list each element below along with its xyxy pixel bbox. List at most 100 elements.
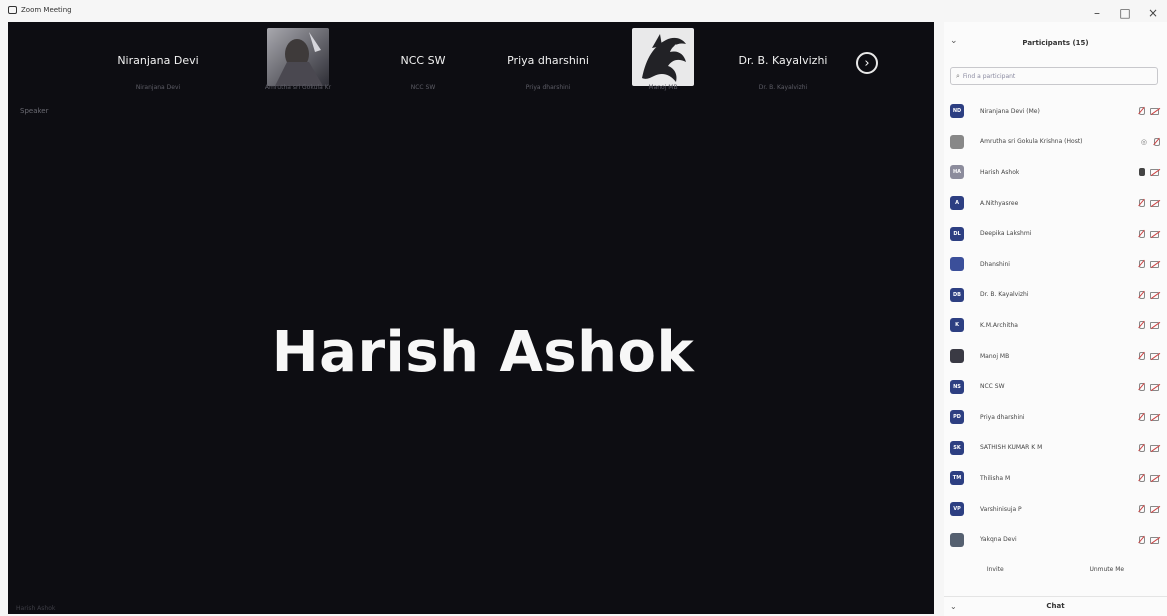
window-title: Zoom Meeting xyxy=(21,6,72,14)
participant-row[interactable]: Dhanshini xyxy=(944,249,1167,280)
microphone-muted-icon[interactable] xyxy=(1138,413,1145,422)
minimize-button[interactable]: – xyxy=(1083,6,1111,20)
video-off-icon[interactable] xyxy=(1150,291,1159,299)
speaker-name-label: Harish Ashok xyxy=(16,605,56,612)
video-off-icon[interactable] xyxy=(1150,200,1159,208)
microphone-muted-icon[interactable] xyxy=(1138,443,1145,452)
avatar: K xyxy=(950,318,964,333)
close-button[interactable]: × xyxy=(1139,6,1167,20)
avatar: PD xyxy=(950,410,964,425)
microphone-muted-icon[interactable] xyxy=(1153,137,1160,146)
microphone-muted-icon[interactable] xyxy=(1138,535,1145,544)
video-tile[interactable]: NCC SW NCC SW xyxy=(358,28,488,91)
video-tile[interactable]: Amrutha sri Gokula Kr xyxy=(233,28,363,91)
maximize-button[interactable]: □ xyxy=(1111,6,1139,20)
tile-name: Dr. B. Kayalvizhi xyxy=(738,54,828,67)
avatar: VP xyxy=(950,502,964,517)
avatar xyxy=(950,349,964,364)
participant-name: Dhanshini xyxy=(980,260,1010,268)
microphone-muted-icon[interactable] xyxy=(1138,260,1145,269)
participant-status-icons xyxy=(1138,413,1159,422)
search-placeholder: Find a participant xyxy=(962,72,1016,80)
participant-row[interactable]: Manoj MB xyxy=(944,341,1167,372)
participant-status-icons xyxy=(1138,290,1159,299)
microphone-muted-icon[interactable] xyxy=(1138,107,1145,116)
avatar: NS xyxy=(950,379,964,394)
participant-name: Harish Ashok xyxy=(980,168,1020,176)
video-off-icon[interactable] xyxy=(1150,353,1159,361)
video-off-icon[interactable] xyxy=(1150,444,1159,452)
video-off-icon[interactable] xyxy=(1150,506,1159,514)
tile-label: Niranjana Devi xyxy=(135,84,181,91)
participant-row[interactable]: PD Priya dharshini xyxy=(944,402,1167,433)
next-page-icon[interactable]: › xyxy=(856,52,878,74)
video-off-icon[interactable] xyxy=(1150,261,1159,269)
video-tile[interactable]: Manoj MB xyxy=(603,28,723,91)
participant-name: Yakqna Devi xyxy=(980,536,1017,544)
meeting-stage: Niranjana Devi Niranjana Devi Amrutha sr… xyxy=(8,22,934,614)
video-off-icon[interactable] xyxy=(1150,108,1159,116)
video-off-icon[interactable] xyxy=(1150,536,1159,544)
host-status-icon: ◎ xyxy=(1140,137,1147,146)
zoom-window: Zoom Meeting – □ × Niranjana Devi Niranj… xyxy=(0,0,1167,616)
chat-header[interactable]: ⌄ Chat xyxy=(944,596,1167,616)
participant-row[interactable]: K K.M.Architha xyxy=(944,310,1167,341)
video-off-icon[interactable] xyxy=(1150,169,1159,177)
avatar: DB xyxy=(950,287,964,302)
participant-status-icons xyxy=(1138,168,1159,177)
video-off-icon[interactable] xyxy=(1150,383,1159,391)
microphone-icon[interactable] xyxy=(1138,168,1145,177)
participant-row[interactable]: Yakqna Devi xyxy=(944,524,1167,555)
video-tile[interactable]: Niranjana Devi Niranjana Devi xyxy=(88,28,228,91)
participant-row[interactable]: TM Thilisha M xyxy=(944,463,1167,494)
participant-status-icons xyxy=(1138,382,1159,391)
microphone-muted-icon[interactable] xyxy=(1138,229,1145,238)
participant-search-input[interactable]: ⌕ Find a participant xyxy=(950,67,1158,85)
microphone-muted-icon[interactable] xyxy=(1138,199,1145,208)
video-off-icon[interactable] xyxy=(1150,414,1159,422)
participant-row[interactable]: HA Harish Ashok xyxy=(944,157,1167,188)
microphone-muted-icon[interactable] xyxy=(1138,290,1145,299)
participant-status-icons xyxy=(1138,535,1159,544)
video-tile[interactable]: Priya dharshini Priya dharshini xyxy=(478,28,618,91)
participant-strip: Niranjana Devi Niranjana Devi Amrutha sr… xyxy=(8,22,934,98)
video-off-icon[interactable] xyxy=(1150,230,1159,238)
tile-label: Amrutha sri Gokula Kr xyxy=(264,84,332,91)
participant-name: Thilisha M xyxy=(980,474,1011,482)
avatar: A xyxy=(950,196,964,211)
participant-name: NCC SW xyxy=(980,383,1005,391)
participant-row[interactable]: NS NCC SW xyxy=(944,371,1167,402)
participant-row[interactable]: VP Varshinisuja P xyxy=(944,494,1167,525)
avatar: TM xyxy=(950,471,964,486)
participant-row[interactable]: DB Dr. B. Kayalvizhi xyxy=(944,280,1167,311)
microphone-muted-icon[interactable] xyxy=(1138,352,1145,361)
avatar xyxy=(950,532,964,547)
participant-row[interactable]: SK SATHISH KUMAR K M xyxy=(944,433,1167,464)
microphone-muted-icon[interactable] xyxy=(1138,505,1145,514)
video-off-icon[interactable] xyxy=(1150,475,1159,483)
unmute-me-button[interactable]: Unmute Me xyxy=(1081,564,1132,575)
participant-name: Dr. B. Kayalvizhi xyxy=(980,291,1029,299)
microphone-muted-icon[interactable] xyxy=(1138,321,1145,330)
participant-row[interactable]: DL Deepika Lakshmi xyxy=(944,218,1167,249)
video-tile[interactable]: Dr. B. Kayalvizhi Dr. B. Kayalvizhi xyxy=(723,28,843,91)
participant-row[interactable]: A A.Nithyasree xyxy=(944,188,1167,219)
microphone-muted-icon[interactable] xyxy=(1138,382,1145,391)
invite-button[interactable]: Invite xyxy=(979,564,1012,575)
tile-label: Manoj MB xyxy=(648,84,678,91)
microphone-muted-icon[interactable] xyxy=(1138,474,1145,483)
speaker-indicator: Speaker xyxy=(20,107,49,115)
avatar xyxy=(950,257,964,272)
participant-status-icons xyxy=(1138,107,1159,116)
avatar xyxy=(950,134,964,149)
avatar: SK xyxy=(950,440,964,455)
tile-name: NCC SW xyxy=(400,54,446,67)
participant-name: Manoj MB xyxy=(980,352,1010,360)
video-off-icon[interactable] xyxy=(1150,322,1159,330)
participant-status-icons xyxy=(1138,199,1159,208)
participant-name: Priya dharshini xyxy=(980,413,1025,421)
portrait-photo xyxy=(267,28,329,86)
avatar: HA xyxy=(950,165,964,180)
participant-row[interactable]: ND Niranjana Devi (Me) xyxy=(944,96,1167,127)
participant-row[interactable]: Amrutha sri Gokula Krishna (Host) ◎ xyxy=(944,127,1167,158)
